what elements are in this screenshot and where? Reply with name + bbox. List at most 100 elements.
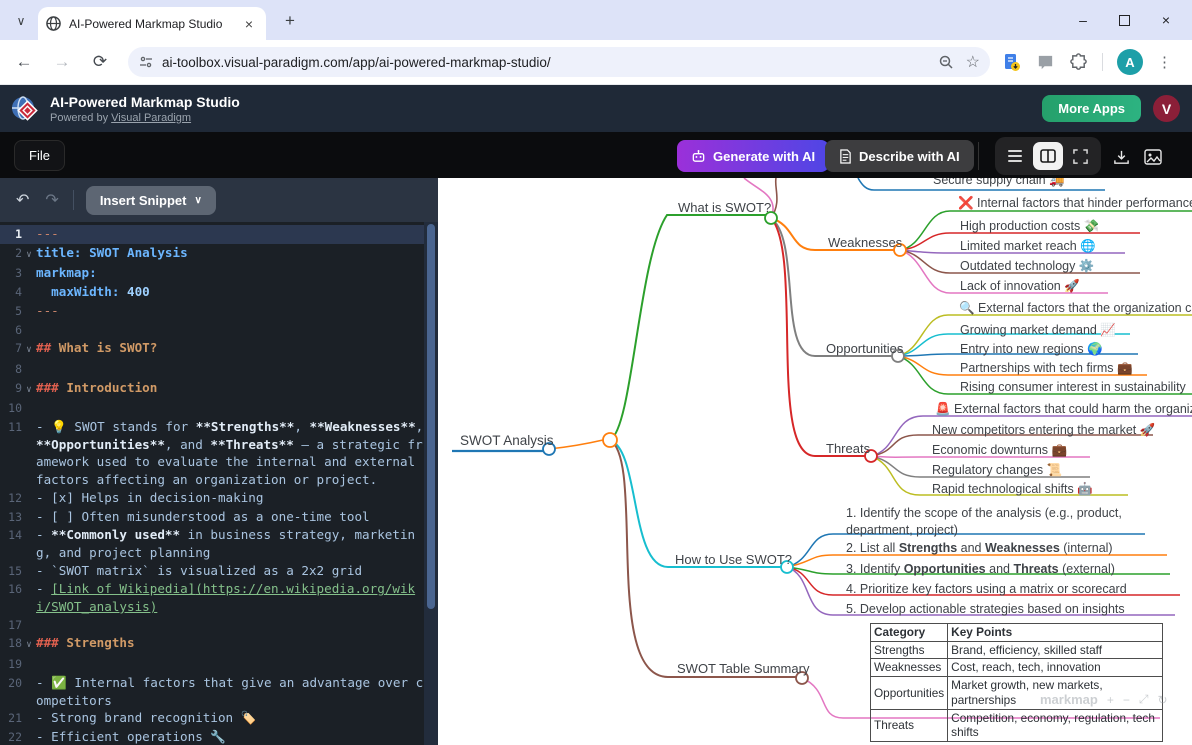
line-gutter[interactable]: 15	[0, 562, 36, 581]
editor-line[interactable]: 5---	[0, 302, 424, 321]
code-text[interactable]: - Efficient operations 🔧	[36, 728, 424, 745]
editor-line[interactable]: 11- 💡 SWOT stands for **Strengths**, **W…	[0, 418, 424, 489]
map-node-weaknesses[interactable]: Weaknesses	[828, 235, 902, 250]
map-leaf-weaknesses-2[interactable]: Limited market reach 🌐	[960, 239, 1096, 254]
map-leaf-secure-supply-chain[interactable]: Secure supply chain 🚚	[933, 178, 1065, 188]
comment-extension-icon[interactable]	[1036, 53, 1055, 72]
site-settings-icon[interactable]	[138, 54, 154, 70]
map-leaf-threats-4[interactable]: Rapid technological shifts 🤖	[932, 482, 1093, 497]
file-menu-button[interactable]: File	[14, 140, 65, 171]
close-button[interactable]: ×	[1158, 12, 1174, 28]
editor-line[interactable]: 21- Strong brand recognition 🏷️	[0, 709, 424, 728]
address-bar[interactable]: ai-toolbox.visual-paradigm.com/app/ai-po…	[128, 47, 990, 77]
browser-tab[interactable]: AI-Powered Markmap Studio ×	[38, 7, 266, 40]
code-text[interactable]: markmap:	[36, 264, 424, 283]
code-text[interactable]: ### Strengths	[36, 634, 424, 655]
line-gutter[interactable]: 14	[0, 526, 36, 561]
map-leaf-howto-1[interactable]: 2. List all Strengths and Weaknesses (in…	[846, 541, 1113, 555]
forward-button[interactable]: →	[48, 52, 76, 72]
line-gutter[interactable]: 17	[0, 616, 36, 635]
reload-button[interactable]: ⟳	[86, 52, 114, 72]
code-text[interactable]: - 💡 SWOT stands for **Strengths**, **Wea…	[36, 418, 424, 489]
code-text[interactable]	[36, 399, 424, 418]
map-node-root[interactable]: SWOT Analysis	[460, 433, 554, 448]
new-tab-button[interactable]: +	[278, 9, 302, 33]
code-text[interactable]: - **Commonly used** in business strategy…	[36, 526, 424, 561]
fold-arrow-icon[interactable]: ∨	[22, 339, 36, 360]
line-gutter[interactable]: 11	[0, 418, 36, 489]
back-button[interactable]: ←	[10, 52, 38, 72]
editor-line[interactable]: 10	[0, 399, 424, 418]
line-gutter[interactable]: 22	[0, 728, 36, 745]
editor-line[interactable]: 7∨## What is SWOT?	[0, 339, 424, 360]
code-text[interactable]: maxWidth: 400	[36, 283, 424, 302]
code-text[interactable]: - [ ] Often misunderstood as a one-time …	[36, 508, 424, 527]
code-text[interactable]: - Strong brand recognition 🏷️	[36, 709, 424, 728]
editor-line[interactable]: 22- Efficient operations 🔧	[0, 728, 424, 745]
code-text[interactable]: ## What is SWOT?	[36, 339, 424, 360]
map-leaf-weaknesses-0[interactable]: ❌ Internal factors that hinder performan…	[958, 196, 1192, 211]
map-node-opportunities[interactable]: Opportunities	[826, 341, 903, 356]
map-leaf-opportunities-1[interactable]: Growing market demand 📈	[960, 323, 1116, 338]
line-gutter[interactable]: 18∨	[0, 634, 36, 655]
code-editor[interactable]: 1---2∨title: SWOT Analysis3markmap:4 max…	[0, 223, 424, 745]
bookmark-star-icon[interactable]: ☆	[966, 52, 980, 72]
code-text[interactable]	[36, 655, 424, 674]
fullscreen-view-button[interactable]	[1066, 142, 1096, 170]
editor-line[interactable]: 9∨### Introduction	[0, 379, 424, 400]
line-gutter[interactable]: 3	[0, 264, 36, 283]
editor-line[interactable]: 15- `SWOT matrix` is visualized as a 2x2…	[0, 562, 424, 581]
insert-snippet-button[interactable]: Insert Snippet ∨	[86, 186, 216, 215]
code-text[interactable]: - ✅ Internal factors that give an advant…	[36, 674, 424, 709]
describe-with-ai-button[interactable]: Describe with AI	[825, 140, 974, 172]
code-text[interactable]: ---	[36, 302, 424, 321]
map-leaf-opportunities-3[interactable]: Partnerships with tech firms 💼	[960, 361, 1133, 376]
map-leaf-howto-4[interactable]: 5. Develop actionable strategies based o…	[846, 602, 1125, 616]
line-gutter[interactable]: 13	[0, 508, 36, 527]
line-gutter[interactable]: 8	[0, 360, 36, 379]
map-leaf-opportunities-2[interactable]: Entry into new regions 🌍	[960, 342, 1103, 357]
map-leaf-weaknesses-1[interactable]: High production costs 💸	[960, 219, 1099, 234]
editor-scrollbar-thumb[interactable]	[427, 224, 435, 609]
zoom-in-icon[interactable]: +	[1107, 693, 1114, 707]
code-text[interactable]: - [Link of Wikipedia](https://en.wikiped…	[36, 580, 424, 615]
editor-line[interactable]: 12- [x] Helps in decision-making	[0, 489, 424, 508]
undo-button[interactable]: ↶	[16, 190, 29, 210]
code-text[interactable]	[36, 616, 424, 635]
fold-arrow-icon[interactable]: ∨	[22, 379, 36, 400]
map-leaf-howto-3[interactable]: 4. Prioritize key factors using a matrix…	[846, 582, 1127, 596]
download-button[interactable]	[1108, 144, 1134, 170]
map-leaf-weaknesses-4[interactable]: Lack of innovation 🚀	[960, 279, 1080, 294]
editor-line[interactable]: 18∨### Strengths	[0, 634, 424, 655]
minimize-button[interactable]: –	[1075, 12, 1091, 28]
line-gutter[interactable]: 9∨	[0, 379, 36, 400]
tab-close-icon[interactable]: ×	[240, 16, 258, 32]
code-text[interactable]: - `SWOT matrix` is visualized as a 2x2 g…	[36, 562, 424, 581]
line-gutter[interactable]: 4	[0, 283, 36, 302]
editor-line[interactable]: 19	[0, 655, 424, 674]
line-gutter[interactable]: 5	[0, 302, 36, 321]
code-text[interactable]	[36, 321, 424, 340]
editor-line[interactable]: 3markmap:	[0, 264, 424, 283]
mindmap-panel[interactable]: SWOT Analysis What is SWOT? Secure suppl…	[438, 178, 1192, 745]
tab-search-chevron-icon[interactable]: ∨	[8, 9, 34, 33]
line-gutter[interactable]: 7∨	[0, 339, 36, 360]
map-leaf-threats-0[interactable]: 🚨 External factors that could harm the o…	[935, 402, 1192, 417]
map-leaf-weaknesses-3[interactable]: Outdated technology ⚙️	[960, 259, 1094, 274]
editor-line[interactable]: 16- [Link of Wikipedia](https://en.wikip…	[0, 580, 424, 615]
editor-line[interactable]: 4 maxWidth: 400	[0, 283, 424, 302]
editor-line[interactable]: 2∨title: SWOT Analysis	[0, 244, 424, 265]
code-text[interactable]: ---	[36, 225, 424, 244]
editor-line[interactable]: 13- [ ] Often misunderstood as a one-tim…	[0, 508, 424, 527]
generate-with-ai-button[interactable]: Generate with AI	[677, 140, 829, 172]
map-leaf-opportunities-0[interactable]: 🔍 External factors that the organization…	[959, 301, 1192, 316]
code-text[interactable]: ### Introduction	[36, 379, 424, 400]
maximize-button[interactable]	[1119, 15, 1130, 26]
redo-button[interactable]: ↷	[45, 190, 58, 210]
node-circle-hub[interactable]	[603, 433, 617, 447]
editor-line[interactable]: 6	[0, 321, 424, 340]
editor-scrollbar[interactable]	[424, 222, 438, 745]
refresh-icon[interactable]: ↻	[1157, 693, 1167, 707]
zoom-out-icon[interactable]: −	[1123, 693, 1130, 707]
map-node-what-is-swot[interactable]: What is SWOT?	[678, 200, 771, 215]
